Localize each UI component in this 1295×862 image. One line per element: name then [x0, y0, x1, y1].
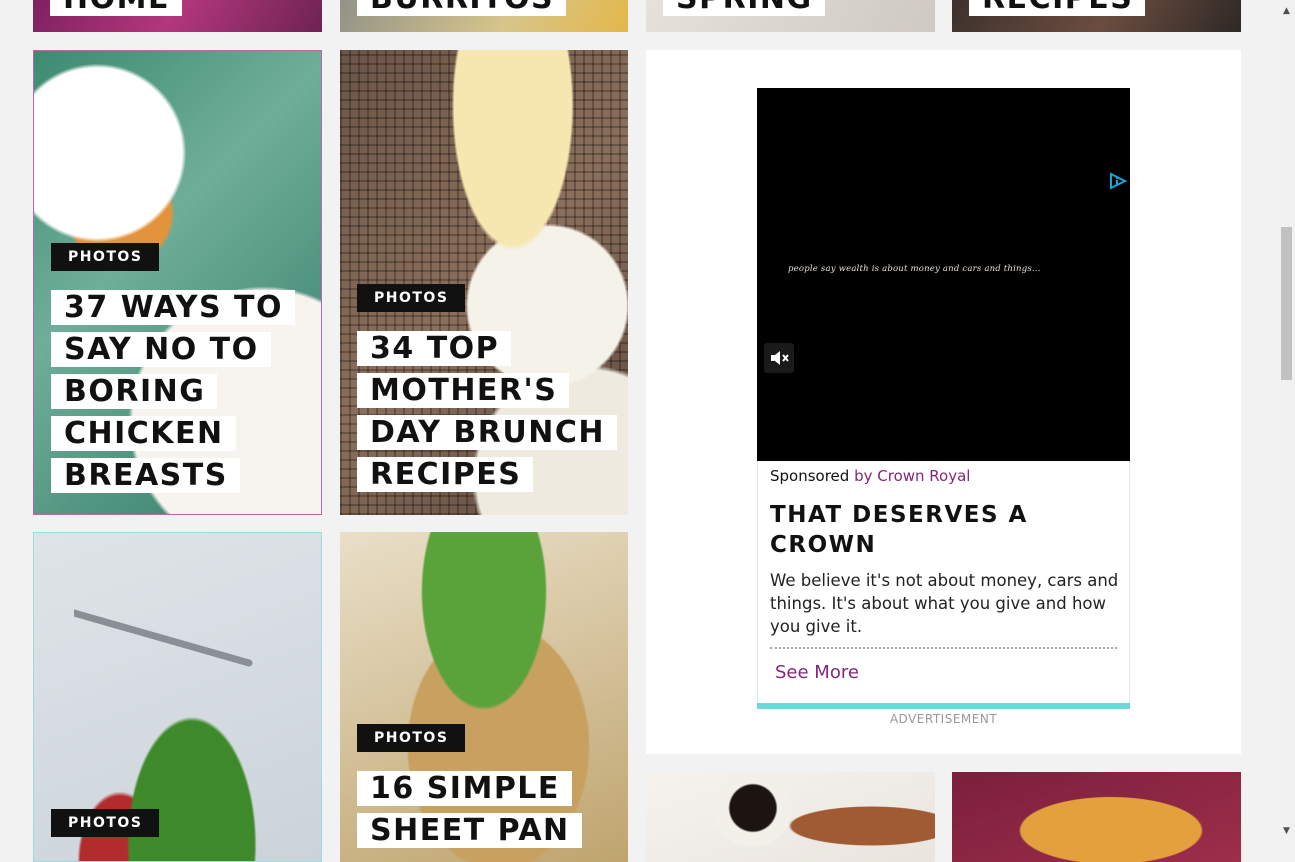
card-title: 16 SIMPLE SHEET PAN [357, 768, 620, 852]
scroll-up-icon[interactable]: ▲ [1278, 3, 1295, 20]
card-wraps[interactable]: PHOTOS [33, 532, 322, 862]
sponsored-label: Sponsored [770, 467, 850, 485]
photos-badge: PHOTOS [357, 724, 466, 752]
sponsor-link[interactable]: by Crown Royal [854, 467, 970, 485]
see-more-link[interactable]: See More [775, 662, 859, 683]
speaker-muted-icon [771, 351, 789, 365]
card-title: RECIPES [969, 0, 1233, 20]
scroll-down-icon[interactable]: ▼ [1278, 823, 1295, 840]
ad-body: We believe it's not about money, cars an… [770, 571, 1119, 636]
card-home[interactable]: HOME [33, 0, 322, 32]
card-spring[interactable]: SPRING [646, 0, 935, 32]
divider [770, 647, 1117, 649]
card-pizza[interactable] [952, 772, 1241, 862]
card-coffee-bread[interactable] [646, 772, 935, 862]
advertisement-label: ADVERTISEMENT [889, 712, 998, 726]
ad-video[interactable]: people say wealth is about money and car… [757, 88, 1130, 461]
card-title: HOME [50, 0, 314, 20]
ad-title[interactable]: THAT DESERVES A CROWN [770, 500, 1100, 560]
ad-accent-bar [757, 703, 1130, 709]
card-image [952, 772, 1241, 862]
photos-badge: PHOTOS [51, 243, 160, 271]
card-recipes[interactable]: RECIPES [952, 0, 1241, 32]
fork-image-detail [74, 609, 253, 667]
scrollbar[interactable]: ▲ ▼ [1278, 0, 1295, 843]
sponsored-line: Sponsored by Crown Royal [770, 467, 970, 485]
card-title: SPRING [663, 0, 927, 20]
card-title: BURRITOS [357, 0, 620, 20]
photos-badge: PHOTOS [51, 809, 160, 837]
video-caption: people say wealth is about money and car… [788, 264, 1041, 274]
card-burritos[interactable]: BURRITOS [340, 0, 628, 32]
card-chicken-breasts[interactable]: PHOTOS 37 WAYS TO SAY NO TO BORING CHICK… [33, 50, 322, 515]
scrollbar-thumb[interactable] [1281, 227, 1292, 380]
card-sheet-pan[interactable]: PHOTOS 16 SIMPLE SHEET PAN [340, 532, 628, 862]
mute-button[interactable] [764, 343, 794, 373]
card-mothers-day-brunch[interactable]: PHOTOS 34 TOP MOTHER'S DAY BRUNCH RECIPE… [340, 50, 628, 515]
ad-choices-icon[interactable] [1108, 171, 1128, 191]
card-title: 34 TOP MOTHER'S DAY BRUNCH RECIPES [357, 328, 620, 496]
card-image [646, 772, 935, 862]
card-title: 37 WAYS TO SAY NO TO BORING CHICKEN BREA… [51, 287, 313, 497]
photos-badge: PHOTOS [357, 284, 466, 312]
